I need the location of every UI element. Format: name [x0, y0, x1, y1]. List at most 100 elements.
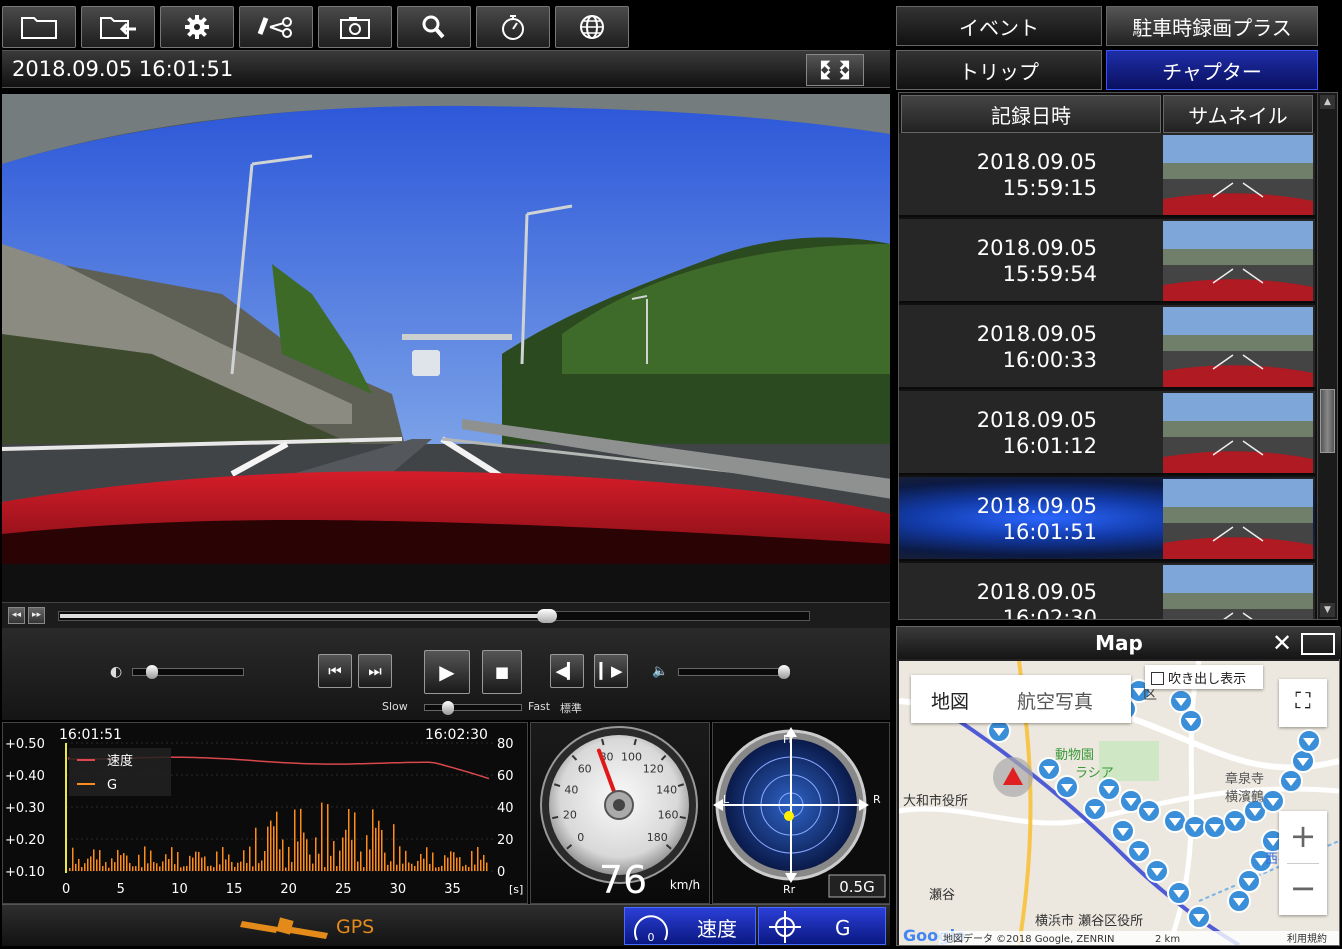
dial-label: 100 [621, 751, 642, 764]
play-button[interactable]: ▶ [424, 650, 470, 694]
tab-chapter[interactable]: チャプター [1106, 50, 1318, 90]
chapter-row[interactable]: 2018.09.05 16:00:33 [899, 305, 1315, 389]
column-header-datetime[interactable]: 記録日時 [901, 95, 1161, 133]
balloon-checkbox[interactable] [1151, 672, 1164, 685]
g-series-bar [459, 857, 461, 871]
graph-left-tick: +0.10 [5, 865, 45, 880]
video-view[interactable] [2, 94, 890, 602]
tab-parking-recording[interactable]: 駐車時録画プラス [1106, 6, 1318, 46]
graph-right-tick: 80 [497, 737, 514, 752]
graph-start-time: 16:01:51 [59, 727, 122, 743]
playback-speed-handle[interactable] [442, 701, 455, 715]
g-series-bar [423, 858, 425, 871]
route-marker[interactable] [1291, 749, 1315, 773]
route-marker[interactable] [1223, 809, 1247, 833]
gps-button[interactable]: GPS [238, 909, 398, 941]
route-marker[interactable] [1137, 799, 1161, 823]
route-marker[interactable] [1183, 815, 1207, 839]
route-marker[interactable] [1227, 889, 1251, 913]
snapshot-button[interactable] [318, 6, 392, 48]
timer-button[interactable] [476, 6, 550, 48]
cut-button[interactable] [239, 6, 313, 48]
settings-button[interactable] [160, 6, 234, 48]
chapter-datetime: 2018.09.05 15:59:15 [899, 133, 1161, 217]
route-marker[interactable] [1261, 789, 1285, 813]
brightness-slider[interactable] [132, 665, 244, 679]
map-close-button[interactable]: ✕ [1265, 631, 1299, 657]
volume-handle[interactable] [777, 665, 790, 679]
search-button[interactable] [397, 6, 471, 48]
fullscreen-button[interactable] [806, 54, 864, 86]
chapter-datetime: 2018.09.05 16:01:12 [899, 391, 1161, 475]
g-toggle-button[interactable]: G [758, 907, 886, 945]
route-marker[interactable] [1145, 859, 1169, 883]
g-series-bar [273, 826, 275, 871]
balloon-toggle[interactable]: 吹き出し表示 [1145, 665, 1263, 689]
route-marker[interactable] [1163, 809, 1187, 833]
stop-button[interactable]: ■ [482, 650, 522, 694]
map-canvas[interactable]: 大和市役所 横浜市 瀬谷区役所 瀬谷 鴨居 章泉寺 横濱鶴 西谷 動物園 ラシア… [899, 661, 1339, 945]
map-fullscreen-button[interactable]: ⛶ [1279, 679, 1327, 727]
route-marker[interactable] [1203, 815, 1227, 839]
seek-bar[interactable] [58, 609, 810, 623]
playback-speed-slider[interactable] [424, 701, 522, 715]
zoom-out-button[interactable]: − [1279, 863, 1327, 915]
play-icon: ▶ [439, 660, 455, 684]
frame-back-button[interactable]: ◂◂ [8, 607, 25, 624]
web-button[interactable] [555, 6, 629, 48]
map-type-aerial[interactable]: 航空写真 [1017, 687, 1093, 714]
route-marker[interactable] [1097, 777, 1121, 801]
g-series-bar [165, 854, 167, 871]
map-popout-button[interactable] [1301, 633, 1335, 655]
graph-x-tick: 25 [335, 882, 352, 897]
column-header-thumbnail[interactable]: サムネイル [1163, 95, 1313, 133]
open-folder-button[interactable] [2, 6, 76, 48]
brightness-handle[interactable] [146, 665, 159, 679]
route-marker[interactable] [1279, 769, 1303, 793]
volume-slider[interactable] [678, 665, 790, 679]
import-button[interactable] [81, 6, 155, 48]
next-chapter-button[interactable]: ⏭ [358, 654, 392, 688]
route-marker[interactable] [1083, 797, 1107, 821]
route-marker[interactable] [1169, 689, 1193, 713]
route-marker[interactable] [1187, 905, 1211, 929]
step-back-button[interactable]: ◀▎ [550, 654, 584, 688]
chapter-row[interactable]: 2018.09.05 15:59:15 [899, 133, 1315, 217]
speed-toggle-label: 速度 [697, 917, 737, 941]
route-marker[interactable] [1179, 709, 1203, 733]
expand-icon: ⛶ [1295, 689, 1311, 714]
route-marker[interactable] [1297, 729, 1321, 753]
app-window: 2018.09.05 16:01:51 ◂◂ ▸▸ ◐ ⏮ ⏭ ▶ ■ ◀▎ ▎… [0, 0, 1342, 949]
tab-event[interactable]: イベント [896, 6, 1102, 46]
g-series-bar [330, 855, 332, 871]
route-marker[interactable] [987, 719, 1011, 743]
route-marker[interactable] [1127, 839, 1151, 863]
speed-toggle-button[interactable]: 0 速度 [624, 907, 756, 945]
route-marker[interactable] [1111, 819, 1135, 843]
frame-forward-button[interactable]: ▸▸ [28, 607, 45, 624]
gps-label: GPS [336, 916, 374, 938]
g-series-bar [336, 866, 338, 871]
tab-trip[interactable]: トリップ [896, 50, 1102, 90]
g-series-bar [189, 855, 191, 871]
chapter-row[interactable]: 2018.09.05 16:02:30 [899, 563, 1315, 619]
chapter-row[interactable]: 2018.09.05 16:01:51 [899, 477, 1315, 561]
zoom-in-button[interactable]: + [1279, 811, 1327, 863]
map-type-map[interactable]: 地図 [931, 687, 969, 714]
chapter-row[interactable]: 2018.09.05 16:01:12 [899, 391, 1315, 475]
previous-chapter-button[interactable]: ⏮ [318, 654, 352, 688]
route-marker[interactable] [1237, 869, 1261, 893]
g-series-bar [78, 858, 80, 871]
step-forward-button[interactable]: ▎▶ [594, 654, 628, 688]
chapter-row[interactable]: 2018.09.05 15:59:54 [899, 219, 1315, 303]
g-series-bar [417, 860, 419, 871]
graph-x-tick: 30 [390, 882, 407, 897]
scroll-down-button[interactable]: ▼ [1320, 603, 1335, 617]
g-series-bar [120, 855, 122, 871]
scroll-thumb[interactable] [1320, 389, 1335, 453]
globe-icon [580, 15, 604, 39]
chapter-list-scrollbar[interactable]: ▲ ▼ [1317, 93, 1337, 619]
seek-handle[interactable] [536, 609, 557, 623]
route-marker[interactable] [1167, 881, 1191, 905]
scroll-up-button[interactable]: ▲ [1320, 95, 1335, 109]
